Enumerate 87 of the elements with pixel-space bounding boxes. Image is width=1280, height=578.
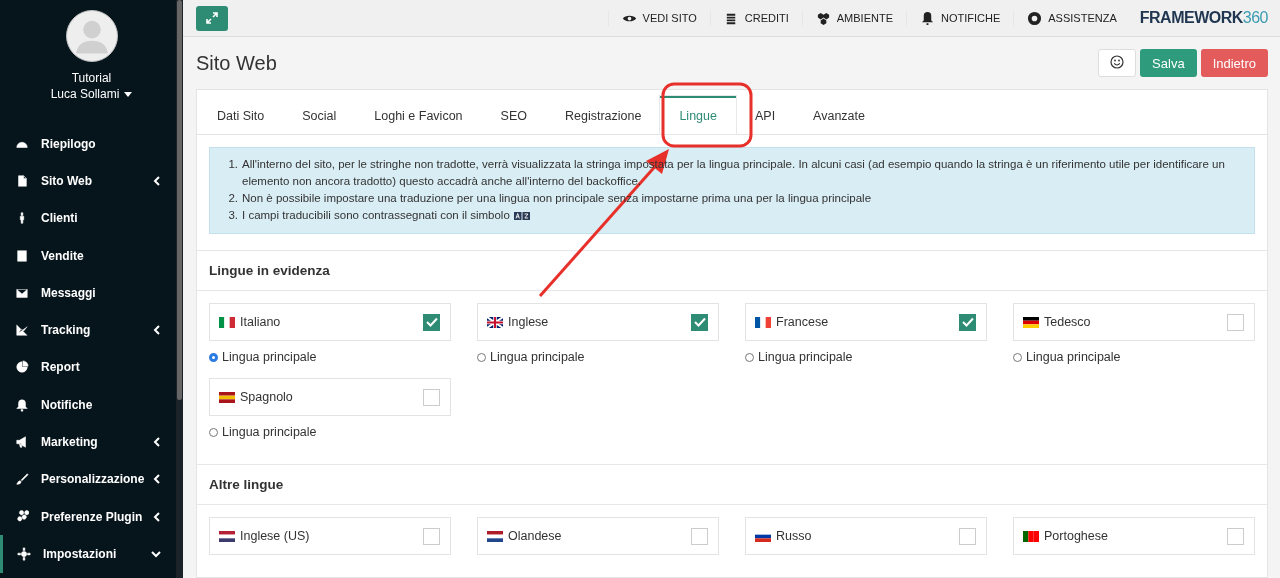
flag-icon (1023, 316, 1039, 328)
sidebar-item[interactable]: Sito Web (0, 162, 175, 200)
menu-icon (15, 397, 29, 412)
sidebar-item[interactable]: Marketing (0, 423, 175, 461)
tab[interactable]: Loghi e Favicon (355, 96, 482, 134)
menu-icon (15, 472, 29, 487)
menu-icon (15, 173, 29, 188)
language-name: Olandese (508, 529, 563, 543)
top-nav-link[interactable]: ASSISTENZA (1013, 10, 1130, 26)
scrollbar[interactable] (176, 0, 183, 578)
brand-logo: FRAMEWORK360 (1139, 9, 1268, 27)
user-role: Tutorial (71, 71, 112, 85)
page-title: Sito Web (196, 51, 277, 75)
radio-label: Lingua principale (1026, 350, 1121, 364)
language-name: Russo (776, 529, 813, 543)
sidebar-item[interactable]: Notifiche (0, 386, 175, 424)
emoji-button[interactable] (1098, 49, 1137, 77)
flag-icon (487, 530, 503, 542)
tab[interactable]: Social (283, 96, 356, 134)
sidebar-item[interactable]: Riepilogo (0, 125, 175, 163)
flag-icon (219, 316, 235, 328)
list-number: 3. (227, 208, 238, 223)
translate-icon (513, 212, 530, 220)
list-number: 1. (227, 157, 238, 172)
sidebar-item[interactable]: Personalizzazione (0, 460, 175, 498)
back-button[interactable]: Indietro (1200, 49, 1268, 77)
expand-button[interactable] (196, 5, 228, 31)
tab[interactable]: Avanzate (794, 96, 884, 134)
sidebar-item[interactable]: Preferenze Plugin (0, 497, 175, 536)
radio-button[interactable] (209, 352, 218, 362)
tab[interactable]: Lingue (660, 96, 736, 134)
radio-label: Lingua principale (490, 350, 585, 364)
sidebar-item[interactable]: Vendite (0, 236, 175, 275)
flag-icon (219, 530, 235, 542)
nav-icon (920, 10, 935, 26)
checkbox[interactable] (423, 388, 440, 406)
menu-icon (15, 248, 29, 263)
checkbox[interactable] (1227, 527, 1244, 545)
nav-icon (1027, 10, 1043, 26)
checkbox[interactable] (423, 313, 440, 331)
top-nav-link[interactable]: AMBIENTE (801, 10, 906, 26)
sidebar-item[interactable]: Tracking (0, 311, 175, 349)
language-name: Francese (776, 315, 830, 329)
avatar-icon (65, 10, 118, 62)
tab[interactable]: SEO (481, 96, 546, 134)
user-menu-button[interactable]: Luca Sollami (46, 85, 137, 103)
info-text: I campi traducibili sono contrassegnati con il simbolo (242, 209, 510, 221)
flag-icon (219, 391, 235, 403)
language-name: Spagnolo (240, 390, 294, 404)
nav-icon (815, 10, 831, 26)
sidebar-item[interactable]: Clienti (0, 199, 175, 237)
tab[interactable]: Registrazione (545, 96, 661, 134)
radio-label: Lingua principale (222, 425, 317, 439)
caret-icon (124, 91, 133, 97)
checkbox[interactable] (423, 527, 440, 545)
menu-icon (15, 360, 29, 375)
radio-label: Lingua principale (222, 350, 317, 364)
menu-icon (15, 509, 29, 524)
language-name: Italiano (240, 315, 282, 329)
menu-icon (17, 546, 31, 561)
checkbox[interactable] (959, 527, 976, 545)
flag-icon (755, 316, 771, 328)
sidebar-item[interactable]: Report (0, 348, 175, 387)
sidebar-item[interactable]: Messaggi (0, 274, 175, 312)
top-nav-link[interactable]: NOTIFICHE (906, 10, 1014, 26)
language-name: Inglese (508, 315, 550, 329)
flag-icon (1023, 530, 1039, 542)
radio-label: Lingua principale (758, 350, 853, 364)
checkbox[interactable] (1227, 313, 1244, 331)
menu-icon (15, 323, 29, 338)
top-nav-link[interactable]: VEDI SITO (607, 10, 710, 26)
checkbox[interactable] (691, 313, 708, 331)
menu-icon (15, 435, 29, 449)
section-title: Lingue in evidenza (197, 251, 1267, 291)
checkbox[interactable] (959, 313, 976, 331)
language-name: Inglese (US) (240, 529, 311, 543)
expand-icon (206, 12, 218, 24)
top-nav-link[interactable]: CREDITI (709, 10, 802, 26)
checkbox[interactable] (691, 527, 708, 545)
language-name: Portoghese (1044, 529, 1109, 543)
tab[interactable]: Dati Sito (198, 96, 284, 134)
section-title: Altre lingue (197, 465, 1267, 505)
tab[interactable]: API (735, 96, 795, 134)
flag-icon (487, 316, 503, 328)
language-name: Tedesco (1044, 315, 1092, 329)
smiley-icon (1110, 54, 1125, 69)
list-number: 2. (227, 191, 238, 206)
